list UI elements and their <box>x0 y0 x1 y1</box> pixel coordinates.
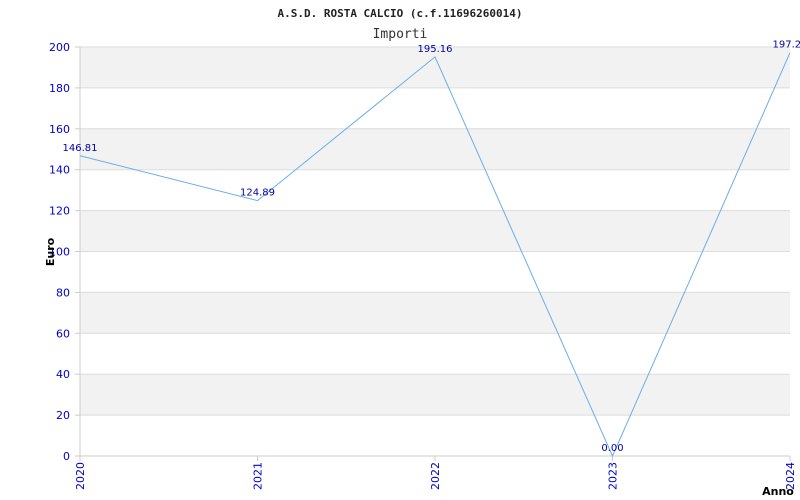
grid-band <box>80 169 790 211</box>
data-label: 146.81 <box>63 143 98 154</box>
y-axis-label: Euro <box>44 237 57 266</box>
data-label: 197.20 <box>773 40 800 51</box>
y-tick-label: 60 <box>56 327 70 340</box>
y-tick-label: 180 <box>49 82 70 95</box>
y-tick-label: 0 <box>63 450 70 463</box>
chart-subtitle: Importi <box>373 27 428 42</box>
y-tick-label: 120 <box>49 205 70 218</box>
y-tick-label: 20 <box>56 409 70 422</box>
x-axis-label: Anno <box>762 485 794 498</box>
y-tick-label: 80 <box>56 286 70 299</box>
y-tick-label: 200 <box>49 41 70 54</box>
y-tick-label: 160 <box>49 123 70 136</box>
y-tick-label: 140 <box>49 164 70 177</box>
grid-band <box>80 333 790 375</box>
data-label: 0.00 <box>601 443 623 454</box>
grid-band <box>80 374 790 416</box>
grid-band <box>80 210 790 252</box>
chart: A.S.D. ROSTA CALCIO (c.f.11696260014) Im… <box>44 7 800 498</box>
x-tick-label: 2021 <box>252 462 265 490</box>
y-tick-label: 40 <box>56 368 70 381</box>
data-label: 195.16 <box>418 44 453 55</box>
data-label: 124.89 <box>240 188 275 199</box>
grid-band <box>80 128 790 170</box>
x-tick-label: 2020 <box>74 462 87 490</box>
grid-band <box>80 292 790 334</box>
grid-band <box>80 87 790 129</box>
chart-title: A.S.D. ROSTA CALCIO (c.f.11696260014) <box>277 7 522 20</box>
grid-band <box>80 415 790 456</box>
x-tick-label: 2022 <box>429 462 442 490</box>
grid-band <box>80 251 790 293</box>
x-tick-label: 2023 <box>607 462 620 490</box>
